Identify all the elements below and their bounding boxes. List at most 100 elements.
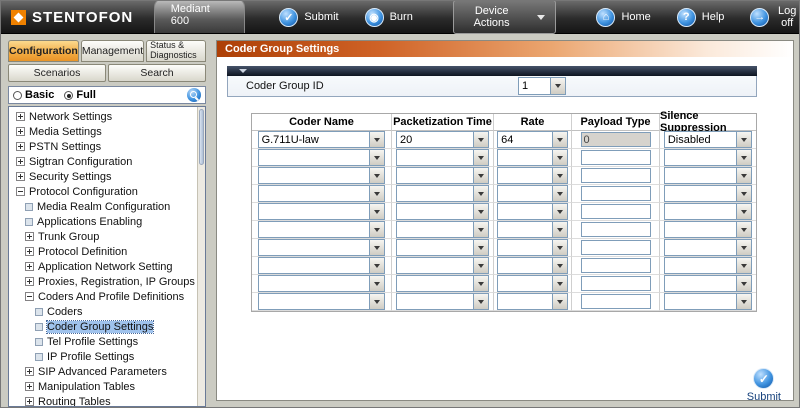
- tree-item-ip-profile-settings[interactable]: IP Profile Settings: [12, 350, 195, 365]
- packetization-time-select[interactable]: [396, 185, 489, 202]
- dropdown-arrow-icon[interactable]: [473, 240, 488, 255]
- full-radio[interactable]: Full: [64, 89, 96, 101]
- packetization-time-select[interactable]: [396, 221, 489, 238]
- silence-suppression-select[interactable]: [664, 293, 752, 310]
- tree-item-sigtran-configuration[interactable]: Sigtran Configuration: [12, 155, 195, 170]
- tree-item-applications-enabling[interactable]: Applications Enabling: [12, 215, 195, 230]
- silence-suppression-select[interactable]: [664, 167, 752, 184]
- tree-expand-icon[interactable]: [25, 203, 33, 211]
- tab-configuration[interactable]: Configuration: [8, 40, 79, 62]
- burn-button[interactable]: ◉ Burn: [365, 8, 413, 27]
- tree-item-application-network-setting[interactable]: Application Network Setting: [12, 260, 195, 275]
- dropdown-arrow-icon[interactable]: [473, 222, 488, 237]
- silence-suppression-select[interactable]: Disabled: [664, 131, 752, 148]
- tree-item-network-settings[interactable]: Network Settings: [12, 110, 195, 125]
- help-button[interactable]: ? Help: [677, 8, 725, 27]
- rate-select[interactable]: [497, 239, 568, 256]
- silence-suppression-select[interactable]: [664, 221, 752, 238]
- silence-suppression-select[interactable]: [664, 185, 752, 202]
- tree-item-security-settings[interactable]: Security Settings: [12, 170, 195, 185]
- dropdown-arrow-icon[interactable]: [552, 186, 567, 201]
- tree-expand-icon[interactable]: [16, 142, 25, 151]
- packetization-time-select[interactable]: [396, 167, 489, 184]
- tree-item-routing-tables[interactable]: Routing Tables: [12, 395, 195, 407]
- rate-select[interactable]: [497, 203, 568, 220]
- payload-type-input[interactable]: [581, 240, 651, 255]
- packetization-time-select[interactable]: [396, 293, 489, 310]
- submit-button[interactable]: ✓ Submit: [279, 8, 338, 27]
- dropdown-arrow-icon[interactable]: [552, 168, 567, 183]
- dropdown-arrow-icon[interactable]: [552, 150, 567, 165]
- coder-name-select[interactable]: [258, 275, 386, 292]
- tree-expand-icon[interactable]: [25, 247, 34, 256]
- dropdown-arrow-icon[interactable]: [473, 276, 488, 291]
- dropdown-arrow-icon[interactable]: [736, 222, 751, 237]
- tree-expand-icon[interactable]: [25, 277, 34, 286]
- dropdown-arrow-icon[interactable]: [369, 294, 384, 309]
- tree-item-protocol-definition[interactable]: Protocol Definition: [12, 245, 195, 260]
- dropdown-arrow-icon[interactable]: [369, 186, 384, 201]
- tree-item-coders[interactable]: Coders: [12, 305, 195, 320]
- payload-type-input[interactable]: [581, 150, 651, 165]
- dropdown-arrow-icon[interactable]: [552, 222, 567, 237]
- tree-expand-icon[interactable]: [25, 367, 34, 376]
- dropdown-arrow-icon[interactable]: [550, 78, 565, 94]
- dropdown-arrow-icon[interactable]: [736, 276, 751, 291]
- tree-expand-icon[interactable]: [16, 172, 25, 181]
- dropdown-arrow-icon[interactable]: [369, 240, 384, 255]
- payload-type-input[interactable]: [581, 222, 651, 237]
- home-button[interactable]: ⌂ Home: [596, 8, 650, 27]
- dropdown-arrow-icon[interactable]: [369, 222, 384, 237]
- coder-name-select[interactable]: [258, 203, 386, 220]
- rate-select[interactable]: [497, 257, 568, 274]
- payload-type-input[interactable]: [581, 186, 651, 201]
- tree-expand-icon[interactable]: [16, 112, 25, 121]
- dropdown-arrow-icon[interactable]: [552, 276, 567, 291]
- tree-item-sip-advanced-parameters[interactable]: SIP Advanced Parameters: [12, 365, 195, 380]
- coder-name-select[interactable]: [258, 167, 386, 184]
- dropdown-arrow-icon[interactable]: [473, 168, 488, 183]
- dropdown-arrow-icon[interactable]: [369, 132, 384, 147]
- coder-name-select[interactable]: [258, 149, 386, 166]
- dropdown-arrow-icon[interactable]: [736, 204, 751, 219]
- basic-radio[interactable]: Basic: [13, 89, 54, 101]
- dropdown-arrow-icon[interactable]: [473, 204, 488, 219]
- dropdown-arrow-icon[interactable]: [369, 150, 384, 165]
- silence-suppression-select[interactable]: [664, 203, 752, 220]
- tab-status-diagnostics[interactable]: Status & Diagnostics: [146, 40, 206, 62]
- packetization-time-select[interactable]: [396, 257, 489, 274]
- silence-suppression-select[interactable]: [664, 275, 752, 292]
- rate-select[interactable]: [497, 185, 568, 202]
- dropdown-arrow-icon[interactable]: [369, 204, 384, 219]
- silence-suppression-select[interactable]: [664, 149, 752, 166]
- tab-scenarios[interactable]: Scenarios: [8, 64, 106, 82]
- rate-select[interactable]: [497, 149, 568, 166]
- packetization-time-select[interactable]: [396, 275, 489, 292]
- tab-management[interactable]: Management: [81, 40, 144, 62]
- dropdown-arrow-icon[interactable]: [473, 150, 488, 165]
- logoff-button[interactable]: → Log off: [750, 5, 799, 29]
- tree-expand-icon[interactable]: [16, 187, 25, 196]
- coder-name-select[interactable]: [258, 221, 386, 238]
- device-actions-button[interactable]: Device Actions: [453, 0, 557, 34]
- tree-item-media-settings[interactable]: Media Settings: [12, 125, 195, 140]
- payload-type-input[interactable]: [581, 132, 651, 147]
- coder-name-select[interactable]: [258, 185, 386, 202]
- payload-type-input[interactable]: [581, 276, 651, 291]
- coder-group-id-select[interactable]: 1: [518, 77, 566, 95]
- tree-item-coder-group-settings[interactable]: Coder Group Settings: [12, 320, 195, 335]
- tree-item-pstn-settings[interactable]: PSTN Settings: [12, 140, 195, 155]
- tree-item-coders-and-profile-definitions[interactable]: Coders And Profile Definitions: [12, 290, 195, 305]
- tree-expand-icon[interactable]: [16, 157, 25, 166]
- dropdown-arrow-icon[interactable]: [552, 204, 567, 219]
- dropdown-arrow-icon[interactable]: [473, 186, 488, 201]
- rate-select[interactable]: [497, 167, 568, 184]
- rate-select[interactable]: [497, 221, 568, 238]
- coder-name-select[interactable]: [258, 257, 386, 274]
- packetization-time-select[interactable]: [396, 239, 489, 256]
- rate-select[interactable]: 64: [497, 131, 568, 148]
- dropdown-arrow-icon[interactable]: [473, 294, 488, 309]
- dropdown-arrow-icon[interactable]: [552, 240, 567, 255]
- coder-name-select[interactable]: G.711U-law: [258, 131, 386, 148]
- tree-expand-icon[interactable]: [25, 397, 34, 406]
